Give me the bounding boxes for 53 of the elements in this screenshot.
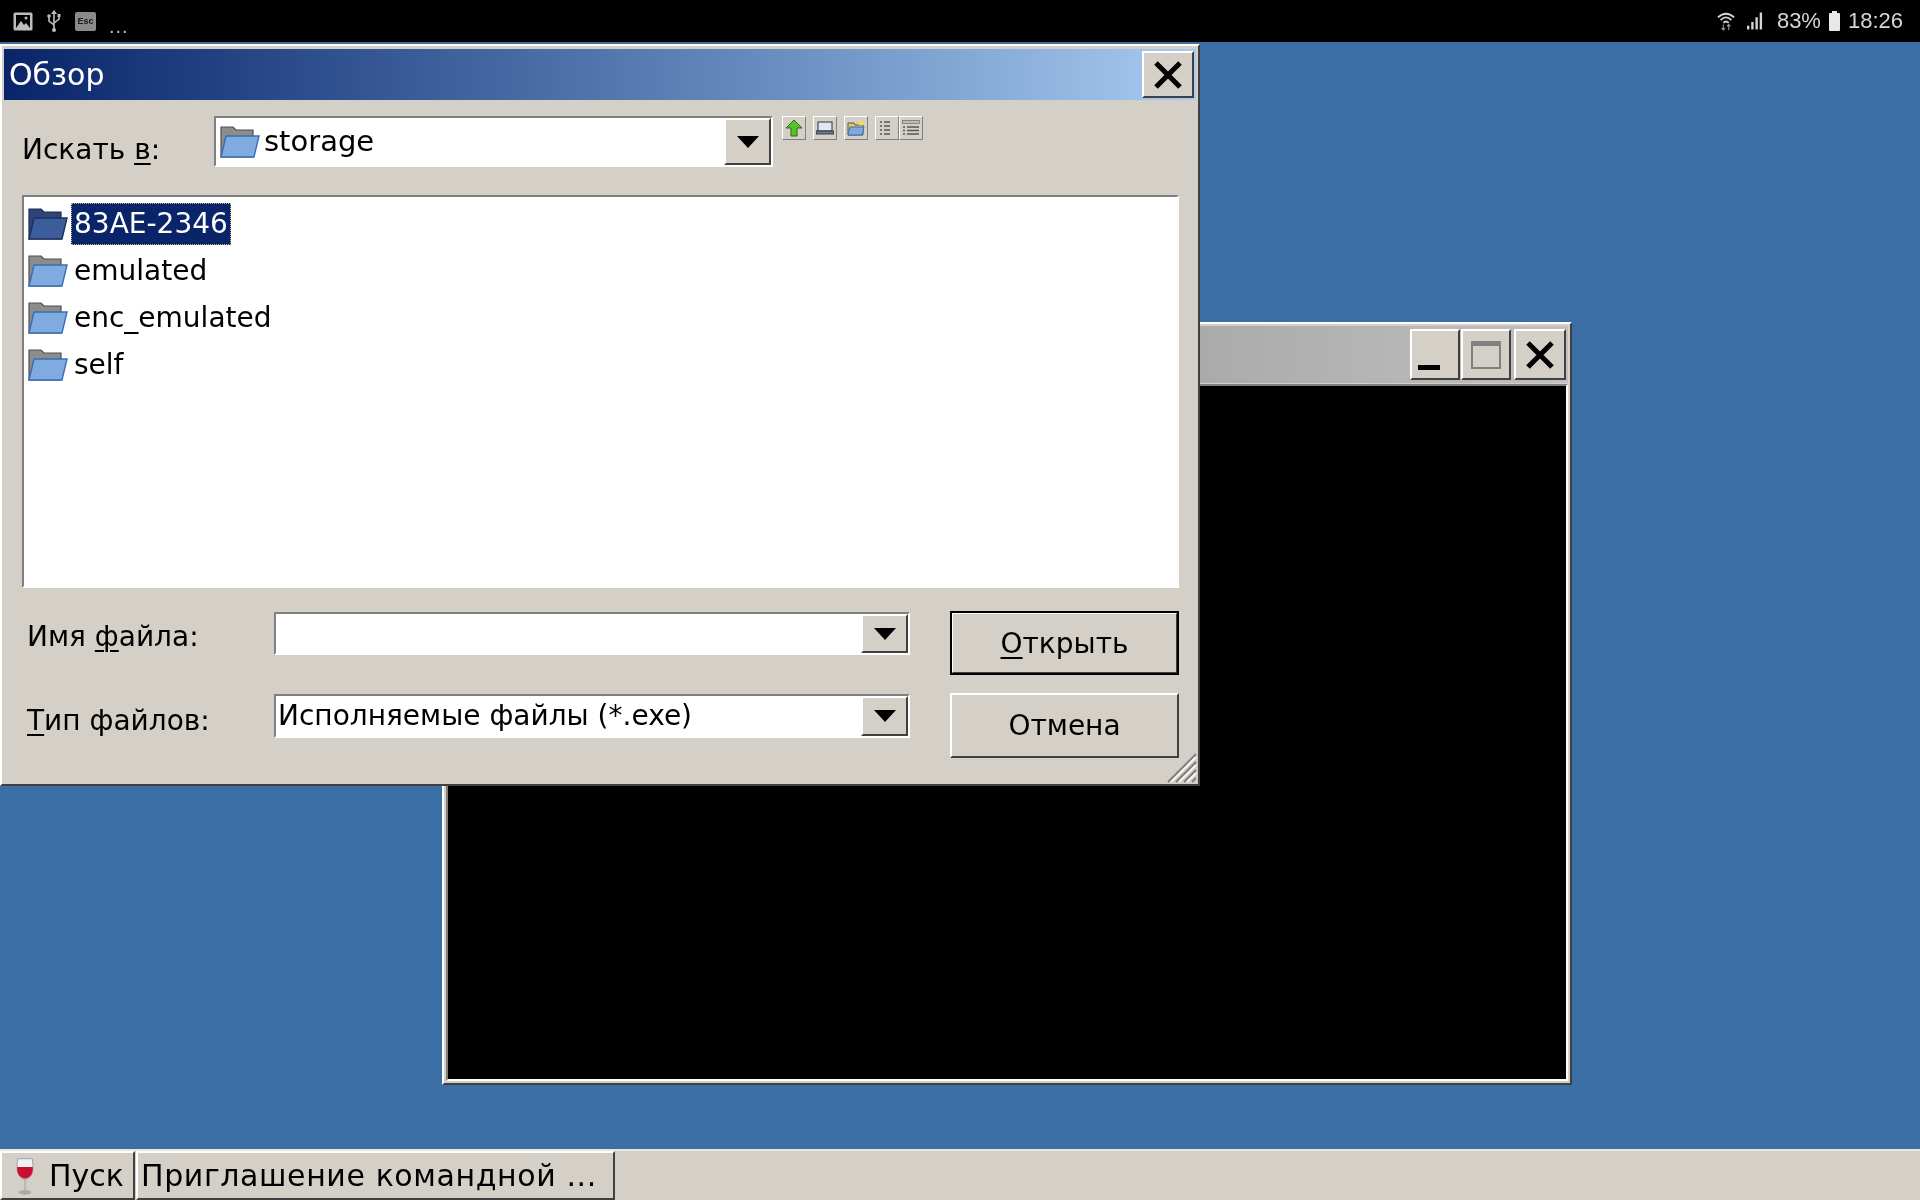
dialog-title: Обзор [9,59,105,90]
folder-icon [28,347,68,382]
clock: 18:26 [1847,10,1903,32]
dropdown-button[interactable] [861,614,908,653]
close-button[interactable] [1514,329,1566,380]
file-type-dropdown[interactable]: Исполняемые файлы (*.exe) [274,694,910,738]
list-view-button[interactable] [875,116,899,140]
usb-icon [46,10,62,32]
file-name-label: Имя файла: [27,619,200,653]
start-button[interactable]: Пуск [0,1151,135,1200]
close-button[interactable] [1142,51,1194,98]
folder-icon [847,120,865,136]
wine-glass-icon [15,1155,35,1196]
esc-key-indicator: Esc [75,11,96,31]
close-icon [1525,339,1555,370]
cancel-button[interactable]: Отмена [950,693,1179,758]
folder-item[interactable]: 83AE-2346 [71,202,231,245]
wifi-icon [1716,11,1735,31]
taskbar-window-button[interactable]: Приглашение командной ... [136,1151,615,1200]
battery-percent: 83% [1776,10,1821,32]
look-in-label: Искать в: [22,132,162,166]
more-indicator: ... [109,16,129,36]
battery-icon [1828,11,1840,31]
start-label: Пуск [49,1160,124,1191]
file-type-value: Исполняемые файлы (*.exe) [278,702,693,730]
parent-folder-button[interactable] [782,116,806,140]
look-in-dropdown[interactable]: storage [214,116,773,167]
file-name-field[interactable] [274,612,910,655]
minimize-icon [1418,365,1440,370]
signal-icon [1746,12,1763,30]
caret-down-icon [873,710,896,722]
look-in-value: storage [264,127,375,156]
image-icon [13,11,33,31]
maximize-button[interactable] [1461,329,1511,380]
caret-down-icon [873,627,896,640]
details-icon [902,120,920,136]
folder-icon [28,300,68,335]
details-view-button[interactable] [899,116,923,140]
folder-icon [28,253,68,288]
new-folder-button[interactable] [844,116,868,140]
computer-button[interactable] [813,116,837,140]
folder-icon [220,124,260,159]
file-type-label: Тип файлов: [27,703,211,737]
dropdown-button[interactable] [724,118,771,165]
minimize-button[interactable] [1410,329,1460,380]
laptop-icon [816,121,834,135]
caret-down-icon [736,135,759,148]
maximize-icon [1471,340,1501,369]
open-button[interactable]: Открыть [950,611,1179,675]
folder-icon [28,206,68,241]
close-icon [1153,59,1183,90]
up-arrow-icon [785,119,803,137]
dropdown-button[interactable] [861,696,908,736]
